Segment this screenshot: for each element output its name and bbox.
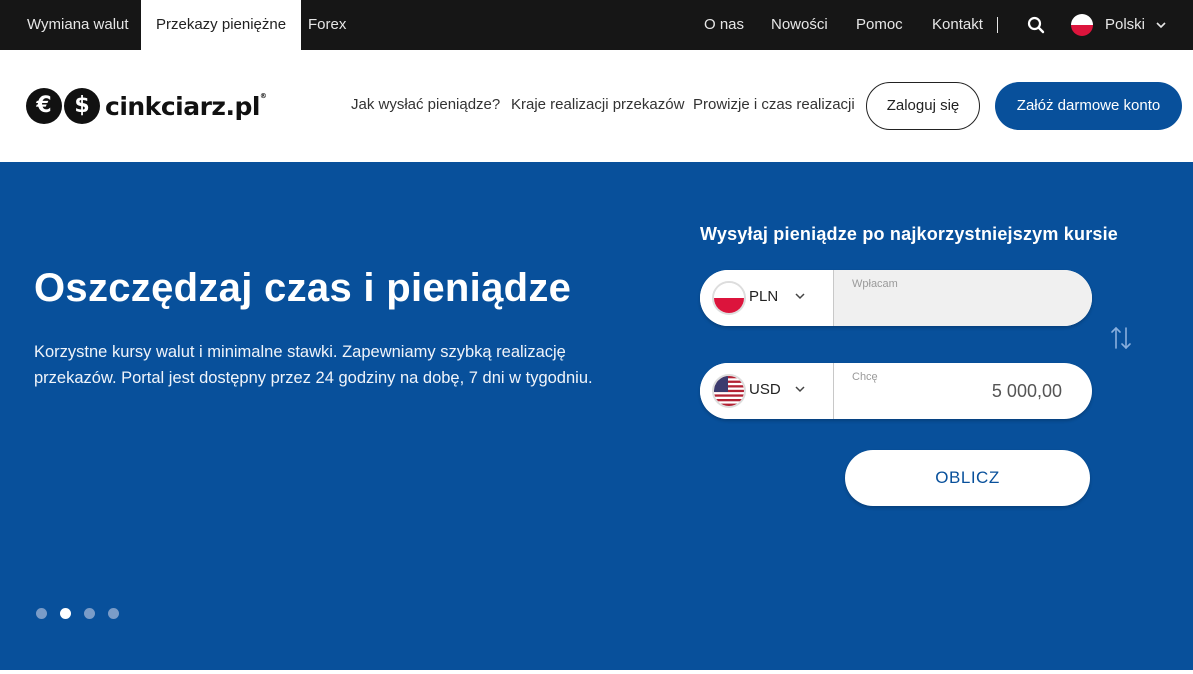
receive-amount-input[interactable]: Chcę 5 000,00 (834, 363, 1092, 419)
receive-amount-row: USD Chcę 5 000,00 (700, 363, 1092, 419)
euro-coin-icon: € (26, 88, 62, 124)
logo-wordmark: cinkciarz.pl® (105, 91, 267, 121)
link-help[interactable]: Pomoc (856, 0, 903, 50)
send-currency-code: PLN (749, 288, 779, 305)
dollar-coin-icon: $ (64, 88, 100, 124)
cinkciarz-logo[interactable]: € $ cinkciarz.pl® (26, 87, 267, 125)
link-about[interactable]: O nas (704, 0, 744, 50)
poland-flag-icon (712, 281, 746, 315)
hero-title: Oszczędzaj czas i pieniądze (34, 266, 572, 310)
receive-amount-value: 5 000,00 (991, 381, 1062, 401)
logo-text: cinkciarz.pl (105, 91, 260, 121)
poland-flag-icon[interactable] (1071, 14, 1093, 36)
swap-arrows-icon[interactable] (1109, 325, 1133, 351)
hero-description: Korzystne kursy walut i minimalne stawki… (34, 343, 593, 387)
top-bar: Wymiana walut Przekazy pieniężne Forex O… (0, 0, 1193, 50)
login-button[interactable]: Zaloguj się (866, 82, 980, 130)
language-selector[interactable]: Polski (1105, 0, 1145, 50)
chevron-down-icon (795, 293, 805, 300)
tab-money-transfers[interactable]: Przekazy pieniężne (141, 0, 302, 50)
main-header: € $ cinkciarz.pl® Jak wysłać pieniądze? … (0, 50, 1193, 162)
calculate-button[interactable]: OBLICZ (845, 450, 1090, 506)
registered-mark: ® (259, 91, 267, 100)
slider-dot[interactable] (84, 608, 95, 619)
tab-currency-exchange[interactable]: Wymiana walut (12, 0, 144, 50)
tab-forex[interactable]: Forex (293, 0, 361, 50)
link-news[interactable]: Nowości (771, 0, 828, 50)
send-amount-label: Wpłacam (852, 278, 898, 290)
chevron-down-icon[interactable] (1155, 19, 1167, 31)
hero-section: Oszczędzaj czas i pieniądze Korzystne ku… (0, 162, 1193, 670)
slider-dot[interactable] (36, 608, 47, 619)
chevron-down-icon (795, 386, 805, 393)
link-contact[interactable]: Kontakt (932, 0, 983, 50)
signup-button[interactable]: Załóż darmowe konto (995, 82, 1182, 130)
receive-currency-code: USD (749, 381, 781, 398)
nav-how-to-send[interactable]: Jak wysłać pieniądze? (351, 96, 500, 113)
send-currency-select[interactable]: PLN (700, 270, 834, 326)
send-amount-input[interactable]: Wpłacam (834, 270, 1092, 326)
nav-transfer-countries[interactable]: Kraje realizacji przekazów (511, 96, 684, 113)
topbar-divider (997, 17, 998, 33)
nav-fees-and-time[interactable]: Prowizje i czas realizacji (693, 96, 855, 113)
receive-amount-label: Chcę (852, 371, 878, 383)
calculator-title: Wysyłaj pieniądze po najkorzystniejszym … (700, 224, 1119, 244)
search-icon[interactable] (1027, 16, 1045, 34)
send-amount-row: PLN Wpłacam (700, 270, 1092, 326)
slider-dot-active[interactable] (60, 608, 71, 619)
receive-currency-select[interactable]: USD (700, 363, 834, 419)
usa-flag-icon (712, 374, 746, 408)
slider-dot[interactable] (108, 608, 119, 619)
